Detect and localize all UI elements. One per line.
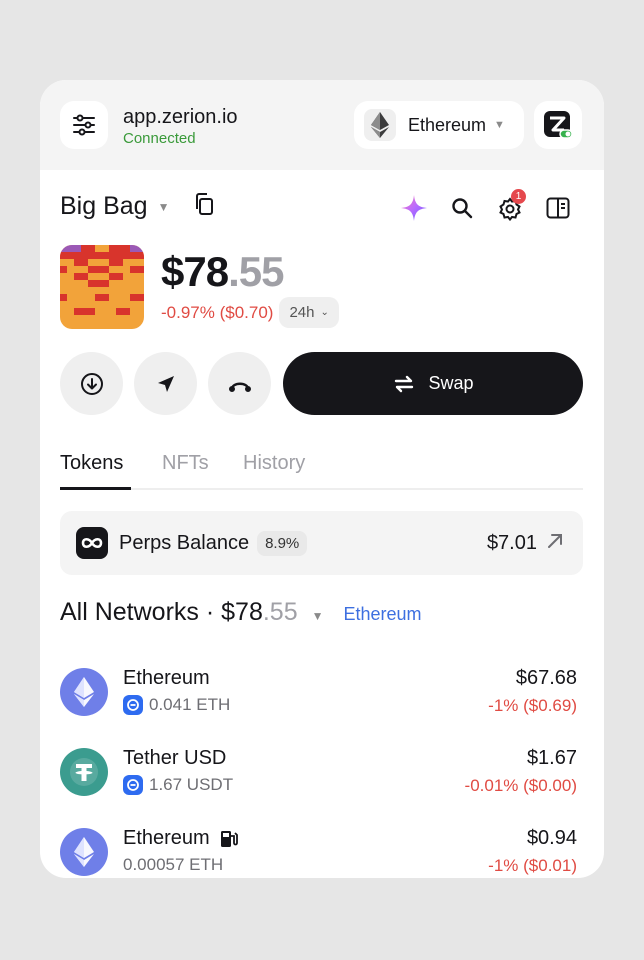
token-change: -0.01% ($0.00) [464, 776, 577, 795]
token-value: $1.67 [526, 747, 577, 769]
extension-panel: app.zerion.io Connected Ethereum ▼ Big B… [40, 80, 604, 878]
search-icon[interactable] [446, 192, 478, 224]
wallet-avatar [60, 245, 144, 329]
top-bar: app.zerion.io Connected Ethereum ▼ [40, 80, 604, 170]
networks-title[interactable]: All Networks · $78.55 [60, 598, 298, 627]
period-selector[interactable]: 24h ⌄ [279, 297, 339, 328]
token-name: Ethereum [123, 667, 210, 689]
networks-title-main: All Networks · $78 [60, 598, 263, 626]
ethereum-icon [60, 828, 108, 876]
gas-pump-icon [219, 829, 239, 849]
token-row[interactable]: Tether USD 1.67 USDT $1.67 -0.01% ($0.00… [60, 744, 583, 800]
token-value: $0.94 [526, 827, 577, 849]
chain-badge-icon [123, 775, 143, 795]
zerion-logo-button[interactable] [534, 101, 582, 149]
settings-sliders-button[interactable] [60, 101, 108, 149]
token-row[interactable]: Ethereum 0.00057 ETH $0.94 -1% ($0.01) [60, 824, 583, 878]
balance-cents: .55 [228, 248, 284, 295]
infinity-icon [76, 527, 108, 559]
tab-tokens[interactable]: Tokens [60, 452, 123, 475]
networks-title-cents: .55 [262, 598, 298, 626]
sidepanel-icon[interactable] [542, 192, 574, 224]
perps-value: $7.01 [486, 531, 537, 554]
token-amount-row: 1.67 USDT [123, 775, 233, 795]
portfolio-balance: $78.55 [161, 248, 284, 296]
token-change: -1% ($0.69) [488, 696, 577, 715]
balance-main: $78 [161, 248, 229, 295]
ethereum-icon [364, 109, 396, 141]
send-arrow-icon [157, 375, 174, 392]
token-name: Tether USD [123, 747, 227, 769]
networks-header: All Networks · $78.55 ▼ Ethereum [60, 598, 422, 627]
swap-arrows-icon [395, 375, 414, 392]
connection-status: Connected [123, 130, 196, 147]
receive-button[interactable] [60, 352, 123, 415]
chain-badge-icon [123, 695, 143, 715]
token-row[interactable]: Ethereum 0.041 ETH $67.68 -1% ($0.69) [60, 664, 583, 720]
token-value: $67.68 [515, 667, 577, 689]
settings-gear-button[interactable]: 1 [494, 189, 526, 224]
balance-change-row: -0.97% ($0.70) 24h ⌄ [161, 297, 339, 328]
notification-badge: 1 [511, 189, 526, 204]
token-amount: 0.00057 ETH [123, 855, 224, 874]
chevron-down-icon: ▼ [494, 119, 505, 131]
bridge-button[interactable] [208, 352, 271, 415]
chevron-down-icon: ▼ [157, 199, 170, 214]
send-button[interactable] [134, 352, 197, 415]
arrow-up-right-icon [545, 531, 565, 556]
network-selector[interactable]: Ethereum ▼ [354, 101, 524, 149]
site-domain: app.zerion.io [123, 106, 238, 128]
copy-icon[interactable] [193, 192, 215, 221]
perps-percent-badge: 8.9% [257, 530, 308, 556]
token-amount: 0.041 ETH [149, 695, 231, 714]
chevron-down-icon: ⌄ [320, 307, 329, 318]
token-name-row: Ethereum [123, 827, 239, 850]
period-label: 24h [289, 304, 315, 321]
ethereum-icon [60, 668, 108, 716]
sliders-icon [73, 114, 95, 136]
swap-button[interactable]: Swap [283, 352, 583, 415]
active-tab-indicator [60, 487, 131, 490]
tab-nfts[interactable]: NFTs [162, 452, 209, 475]
wallet-name: Big Bag [60, 192, 148, 220]
network-filter-link[interactable]: Ethereum [344, 604, 422, 625]
arrow-down-circle-icon [80, 372, 103, 395]
zerion-logo-icon [544, 111, 573, 139]
token-amount-row: 0.041 ETH [123, 695, 230, 715]
token-name: Ethereum [123, 827, 210, 849]
balance-change: -0.97% ($0.70) [161, 302, 274, 322]
network-name: Ethereum [408, 114, 487, 135]
asset-tabs: Tokens NFTs History [60, 450, 583, 490]
perps-balance-row[interactable]: Perps Balance 8.9% $7.01 [60, 511, 583, 575]
token-amount: 1.67 USDT [149, 775, 234, 794]
swap-label: Swap [428, 373, 474, 393]
wallet-selector[interactable]: Big Bag ▼ [60, 192, 215, 221]
tab-history[interactable]: History [243, 452, 305, 475]
perps-label: Perps Balance [119, 531, 250, 554]
chevron-down-icon[interactable]: ▼ [312, 609, 324, 623]
bridge-icon [228, 382, 251, 392]
token-change: -1% ($0.01) [488, 856, 577, 875]
sparkle-icon[interactable] [398, 192, 430, 224]
tether-icon [60, 748, 108, 796]
